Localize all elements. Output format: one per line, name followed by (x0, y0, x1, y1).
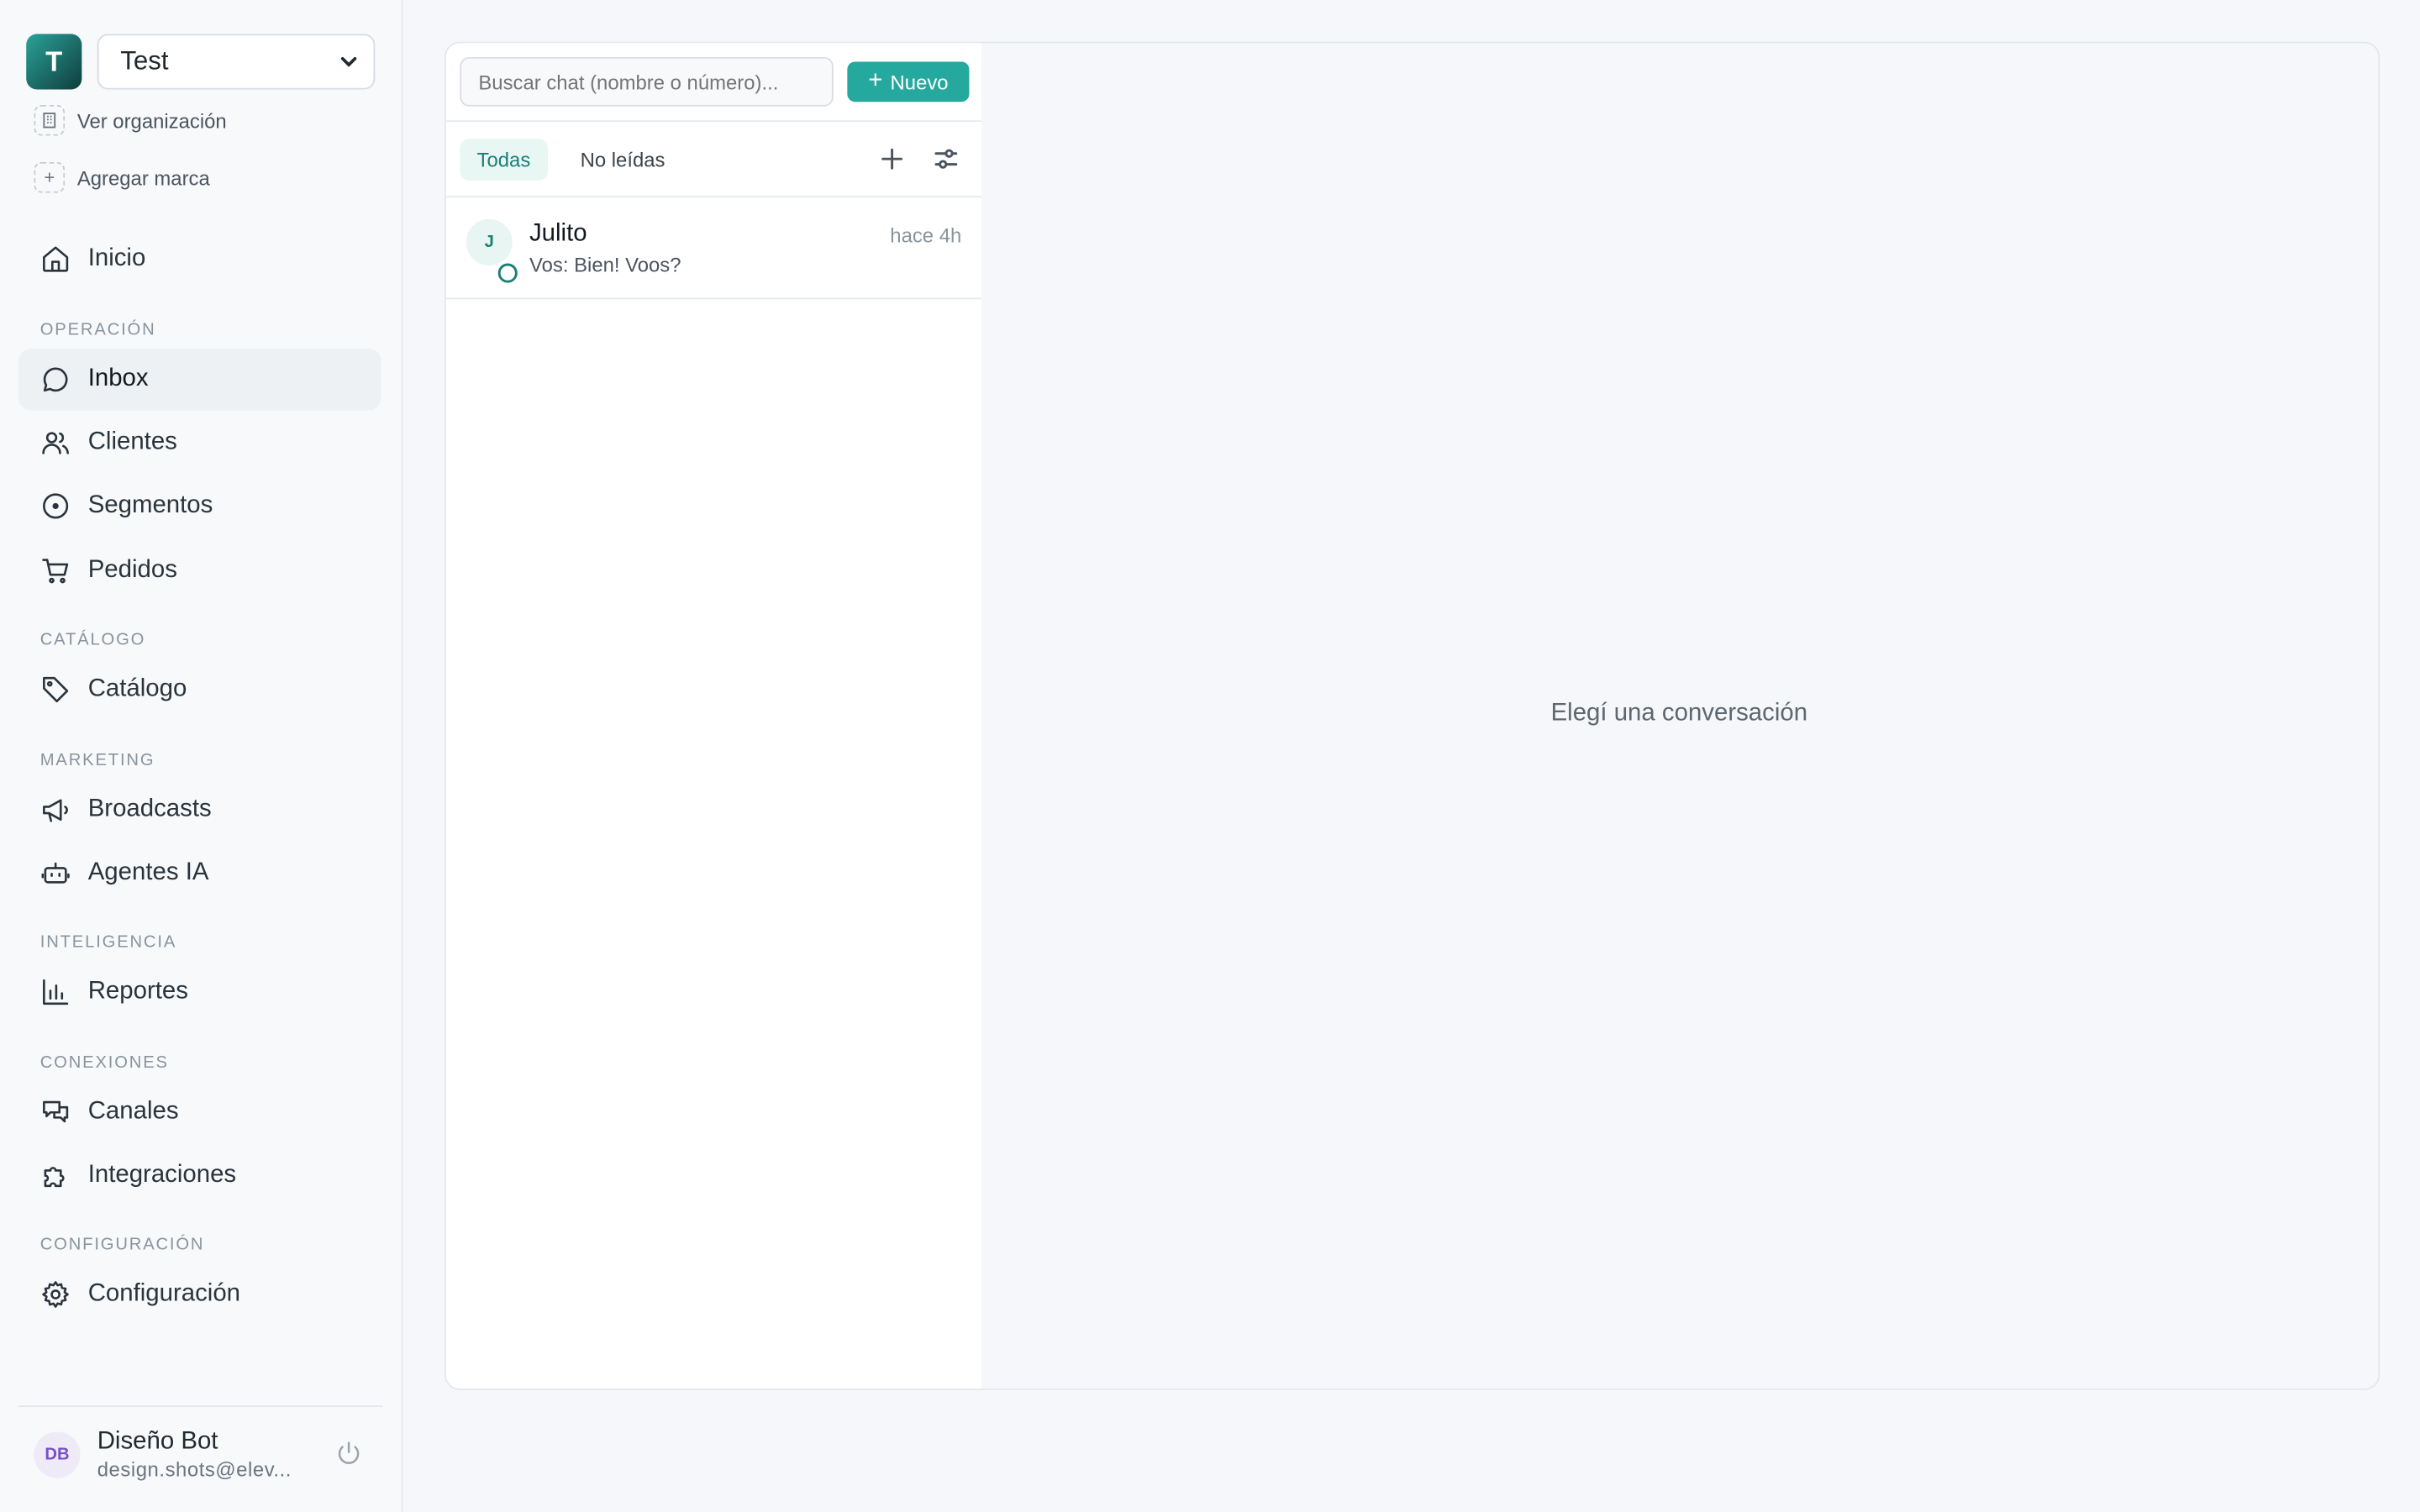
logout-button[interactable] (335, 1440, 366, 1471)
app-root: T Test Ver organización + Agregar marca … (0, 0, 2420, 1512)
tag-icon (43, 676, 69, 703)
add-brand-label: Agregar marca (76, 165, 210, 189)
empty-state-text: Elegí una conversación (1550, 700, 1808, 727)
sidebar-item-label: Canales (87, 1098, 179, 1125)
sidebar-item-segments[interactable]: Segmentos (18, 475, 381, 537)
plus-icon (881, 148, 903, 170)
puzzle-icon (44, 1167, 65, 1188)
sidebar-item-home[interactable]: Inicio (18, 228, 381, 290)
org-switcher: T Test (26, 34, 376, 90)
add-brand-link[interactable]: + Agregar marca (34, 161, 210, 193)
sidebar-item-label: Segmentos (87, 491, 213, 519)
sidebar-item-label: Reportes (87, 978, 188, 1005)
sliders-icon (934, 149, 958, 169)
section-label-marketing: MARKETING (39, 751, 155, 770)
search-input[interactable] (460, 56, 834, 107)
sidebar-item-label: Inicio (87, 245, 146, 272)
sidebar-item-catalog[interactable]: Catálogo (18, 659, 381, 720)
chat-preview: Vos: Bien! Voos? (529, 253, 681, 276)
sidebar-item-integrations[interactable]: Integraciones (18, 1145, 381, 1206)
new-chat-button[interactable]: + Nuevo (847, 61, 970, 102)
sidebar-item-label: Clientes (87, 428, 177, 455)
sidebar-item-broadcasts[interactable]: Broadcasts (18, 780, 381, 841)
tab-all[interactable]: Todas (460, 139, 548, 181)
section-label-inteligencia: INTELIGENCIA (39, 933, 177, 953)
conversation-panel: Elegí una conversación (981, 41, 2381, 1390)
megaphone-icon (43, 799, 68, 822)
sidebar-item-channels[interactable]: Canales (18, 1082, 381, 1143)
bot-icon (41, 862, 70, 884)
section-label-operacion: OPERACIÓN (39, 321, 156, 340)
messages-icon (43, 1100, 69, 1123)
org-select[interactable]: Test (97, 34, 376, 90)
user-email: design.shots@elev... (97, 1457, 292, 1482)
chat-list-panel: + Nuevo Todas No leídas J Julito hace 4h… (444, 41, 983, 1390)
chevron-down-icon (340, 56, 357, 67)
whatsapp-icon (497, 262, 518, 284)
chat-bubble-icon (43, 367, 68, 392)
new-chat-label: Nuevo (890, 70, 949, 94)
plus-icon: + (34, 161, 66, 193)
sidebar-divider (18, 1405, 383, 1408)
sidebar-item-reports[interactable]: Reportes (18, 961, 381, 1022)
plus-icon: + (868, 67, 883, 95)
section-label-config: CONFIGURACIÓN (39, 1236, 205, 1255)
home-icon (43, 246, 69, 272)
view-org-link[interactable]: Ver organización (34, 104, 227, 136)
divider (445, 120, 982, 123)
avatar: DB (34, 1431, 81, 1478)
sidebar-item-label: Agentes IA (87, 859, 209, 886)
view-org-label: Ver organización (76, 108, 227, 133)
sidebar-item-label: Pedidos (87, 557, 177, 584)
user-profile: DB Diseño Bot design.shots@elev... (34, 1429, 366, 1481)
sidebar-item-settings[interactable]: Configuración (18, 1263, 381, 1325)
org-avatar: T (26, 34, 82, 90)
chat-name: Julito (529, 220, 587, 247)
sidebar-item-agents[interactable]: Agentes IA (18, 843, 381, 904)
sidebar-item-label: Inbox (87, 365, 149, 392)
users-icon (42, 432, 69, 454)
sidebar-item-label: Broadcasts (87, 795, 212, 822)
sidebar: T Test Ver organización + Agregar marca … (0, 0, 403, 1512)
bar-chart-icon (43, 979, 69, 1005)
sidebar-item-label: Catálogo (87, 675, 187, 702)
section-label-conexiones: CONEXIONES (39, 1053, 169, 1073)
section-label-catalogo: CATÁLOGO (39, 631, 146, 650)
avatar: J (466, 218, 513, 265)
filters-button[interactable] (932, 145, 960, 173)
add-filter-button[interactable] (878, 145, 906, 173)
user-name: Diseño Bot (97, 1428, 218, 1456)
gear-icon (42, 1281, 69, 1308)
chat-time: hace 4h (890, 223, 962, 247)
sidebar-item-label: Configuración (87, 1280, 241, 1307)
cart-icon (42, 559, 69, 584)
sidebar-item-clients[interactable]: Clientes (18, 412, 381, 473)
sidebar-item-inbox[interactable]: Inbox (18, 349, 381, 411)
sidebar-item-orders[interactable]: Pedidos (18, 540, 381, 601)
list-item[interactable]: J Julito hace 4h Vos: Bien! Voos? (445, 197, 982, 300)
building-icon (34, 104, 66, 136)
sidebar-item-label: Integraciones (87, 1162, 237, 1189)
org-select-value: Test (120, 46, 169, 76)
power-icon (338, 1441, 360, 1464)
tab-unread[interactable]: No leídas (563, 139, 681, 181)
target-icon (43, 493, 69, 519)
